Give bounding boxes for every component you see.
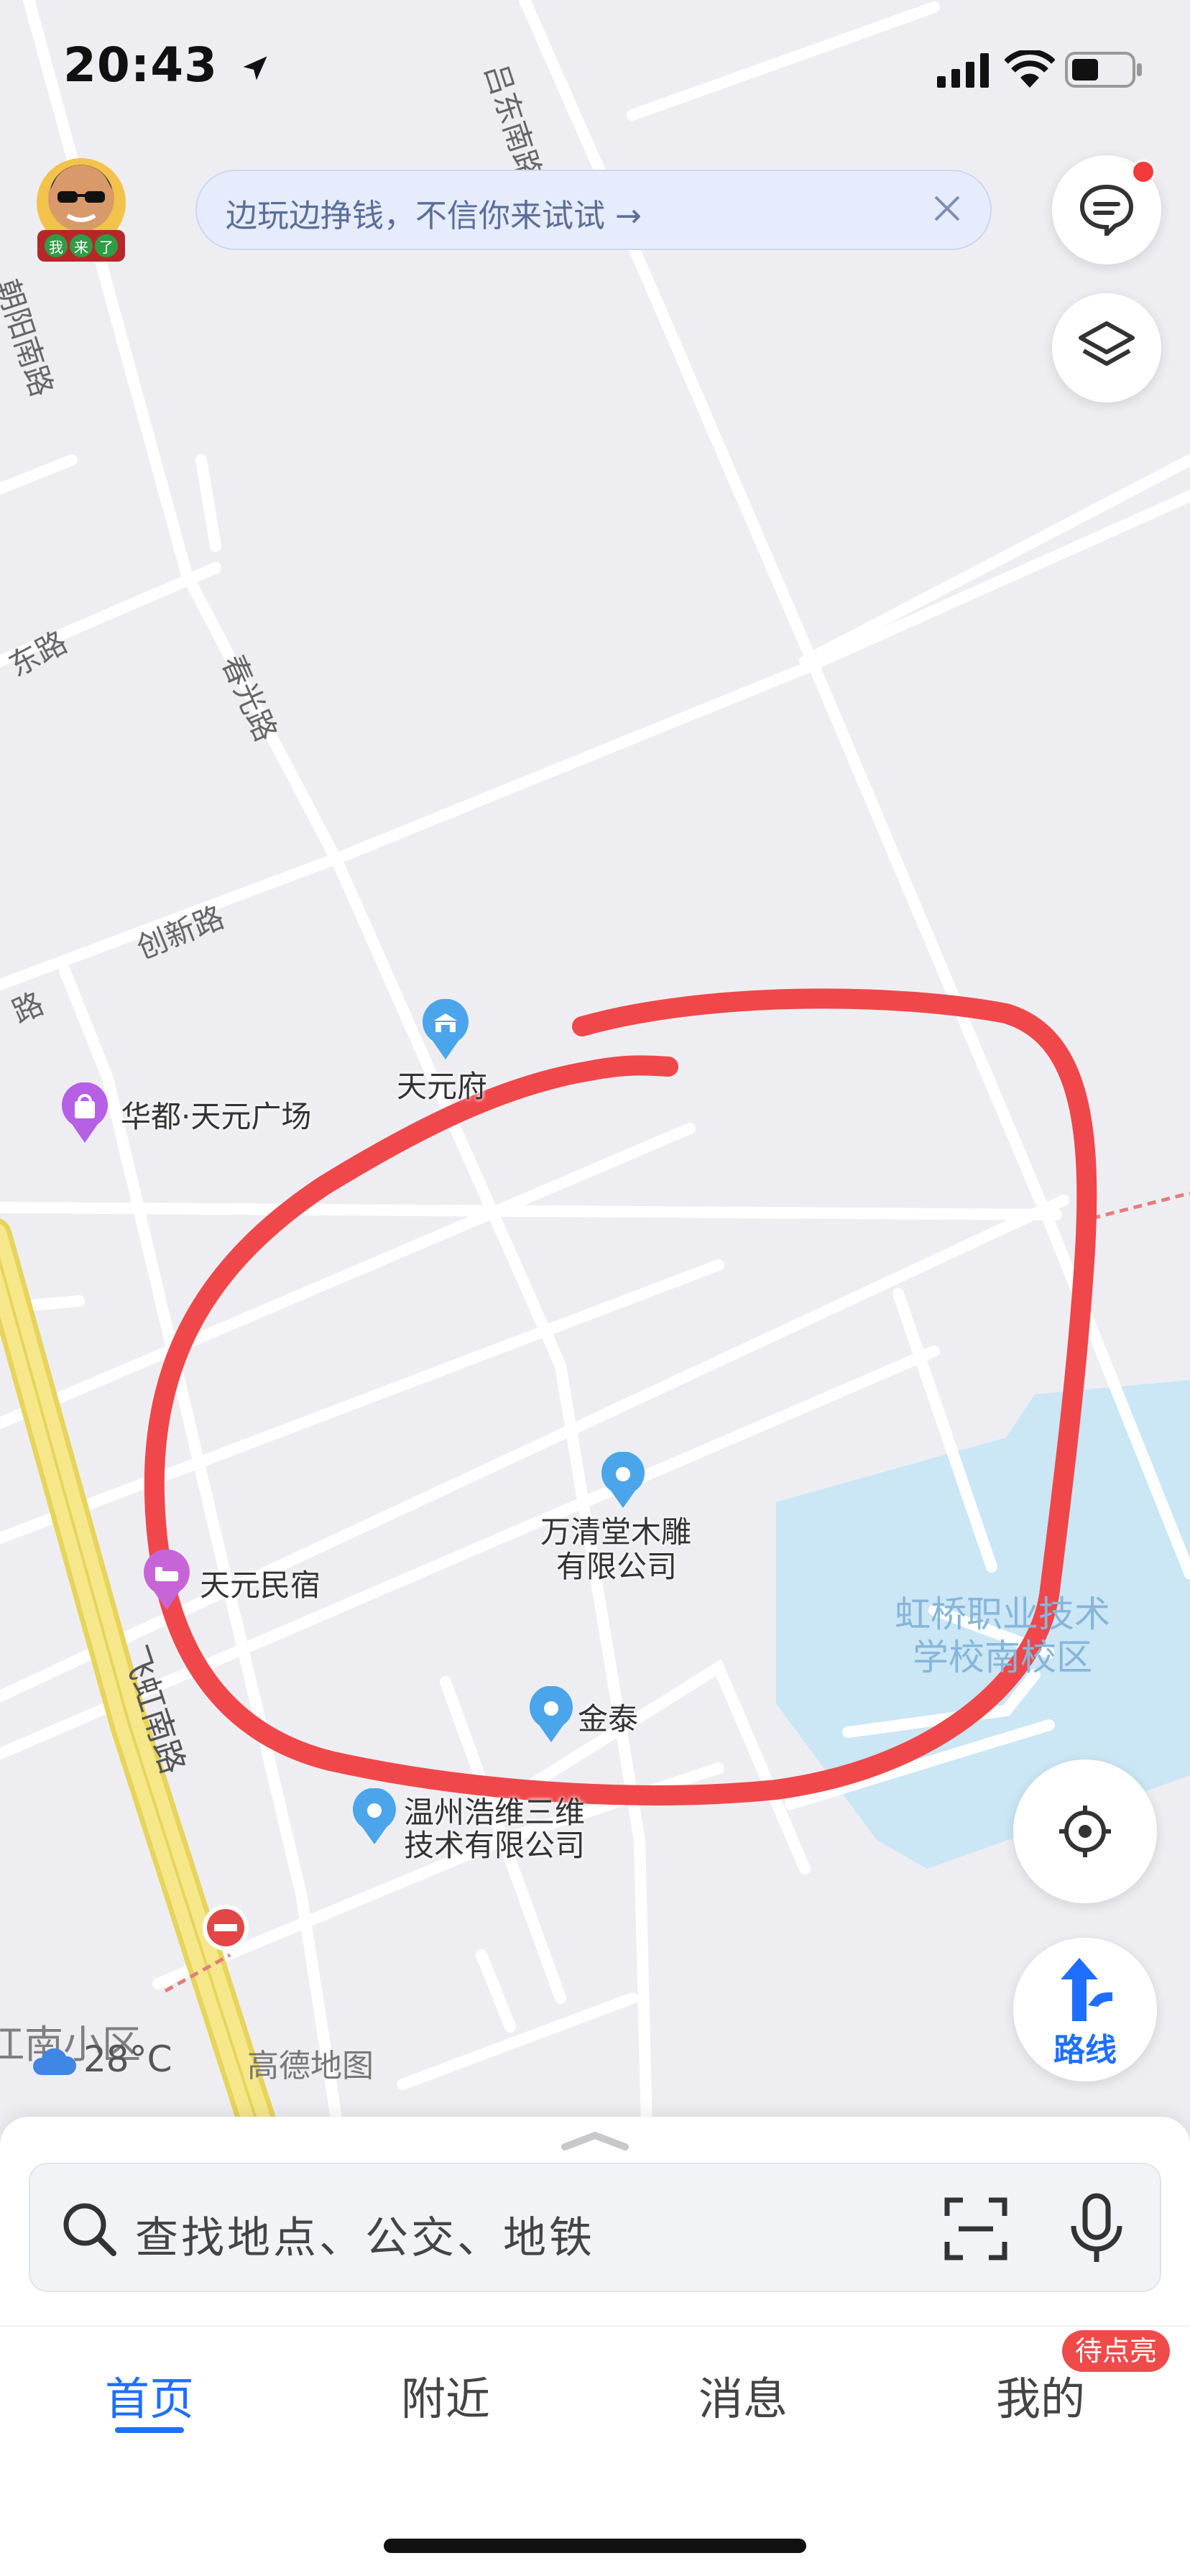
poi-jintai[interactable]: 金泰 [527, 1686, 686, 1751]
notification-dot [1131, 160, 1156, 184]
location-pin-icon [530, 1686, 573, 1742]
message-button[interactable] [1052, 155, 1161, 264]
route-button[interactable]: 路线 [1013, 1938, 1157, 2082]
school-label-line1: 虹桥职业技术 [895, 1593, 1110, 1635]
route-icon [1061, 1958, 1112, 2021]
locate-button[interactable] [1013, 1760, 1157, 1903]
location-arrow-icon [243, 56, 267, 80]
avatar-badge-char: 了 [99, 239, 114, 256]
poi-huadu-plaza[interactable]: 华都·天元广场 [59, 1082, 361, 1147]
signal-icon [937, 53, 989, 88]
tab-nearby[interactable]: 附近 [366, 2363, 525, 2427]
poi-label: 天元府 [397, 1069, 488, 1104]
poi-label: 华都·天元广场 [121, 1099, 312, 1134]
active-tab-indicator [115, 2427, 184, 2433]
cloud-icon [33, 2048, 77, 2075]
government-icon [423, 999, 469, 1059]
bottom-panel: 查找地点、公交、地铁 首页 附近 消息 我的 待点亮 [0, 2117, 1190, 2576]
avatar-badge-char: 我 [49, 239, 63, 256]
amap-logo: 高德地图 [247, 2048, 374, 2084]
time-text: 20:43 [63, 37, 218, 93]
poi-label: 天元民宿 [200, 1568, 321, 1603]
weather-widget[interactable]: 28°C [32, 2038, 172, 2080]
avatar[interactable]: 我 来 了 [27, 152, 135, 267]
microphone-icon[interactable] [1066, 2193, 1127, 2265]
scan-icon[interactable] [943, 2196, 1009, 2262]
search-bar[interactable]: 查找地点、公交、地铁 [29, 2163, 1161, 2292]
layers-button[interactable] [1052, 293, 1161, 402]
battery-icon [1065, 52, 1142, 88]
temperature: 28°C [83, 2038, 172, 2080]
status-bar: 20:43 [0, 0, 1190, 144]
poi-label: 技术有限公司 [404, 1828, 586, 1863]
status-time: 20:43 [63, 37, 271, 93]
home-indicator [384, 2539, 806, 2553]
promo-banner[interactable]: 边玩边挣钱，不信你来试试 → [195, 170, 992, 250]
banner-text: 边玩边挣钱，不信你来试试 → [226, 198, 642, 234]
tab-bar: 首页 附近 消息 我的 待点亮 [0, 2325, 1190, 2478]
tab-mine[interactable]: 我的 [961, 2363, 1120, 2427]
tab-home[interactable]: 首页 [70, 2363, 229, 2427]
poi-label: 有限公司 [556, 1549, 678, 1584]
avatar-image: 我 来 了 [37, 158, 126, 262]
search-input[interactable]: 查找地点、公交、地铁 [135, 2203, 595, 2266]
school-area-label: 虹桥职业技术 学校南校区 [855, 1593, 1150, 1679]
mine-badge: 待点亮 [1062, 2330, 1171, 2372]
location-pin-icon [601, 1452, 645, 1508]
locate-icon [1059, 1806, 1111, 1857]
wifi-icon [1005, 50, 1055, 88]
avatar-badge-char: 来 [74, 239, 88, 256]
layers-icon [1079, 321, 1135, 366]
shopping-icon [62, 1082, 108, 1143]
tab-messages[interactable]: 消息 [664, 2363, 822, 2427]
poi-tianyuanfu[interactable]: 天元府 [388, 999, 503, 1107]
chevron-up-icon[interactable] [561, 2130, 629, 2151]
poi-wenzhou-haowei[interactable]: 温州浩维三维 技术有限公司 [351, 1788, 624, 1874]
no-entry-icon [203, 1905, 249, 1951]
poi-tianyuan-minsu[interactable]: 天元民宿 [141, 1550, 356, 1614]
close-icon[interactable] [924, 185, 970, 231]
hotel-icon [144, 1550, 190, 1610]
poi-label: 金泰 [578, 1701, 639, 1736]
search-icon [63, 2203, 116, 2256]
location-pin-icon [353, 1788, 396, 1844]
message-icon [1079, 184, 1134, 236]
poi-wanqingtang[interactable]: 万清堂木雕 有限公司 [532, 1452, 719, 1596]
school-label-line2: 学校南校区 [913, 1637, 1092, 1678]
route-label: 路线 [1053, 2032, 1117, 2069]
